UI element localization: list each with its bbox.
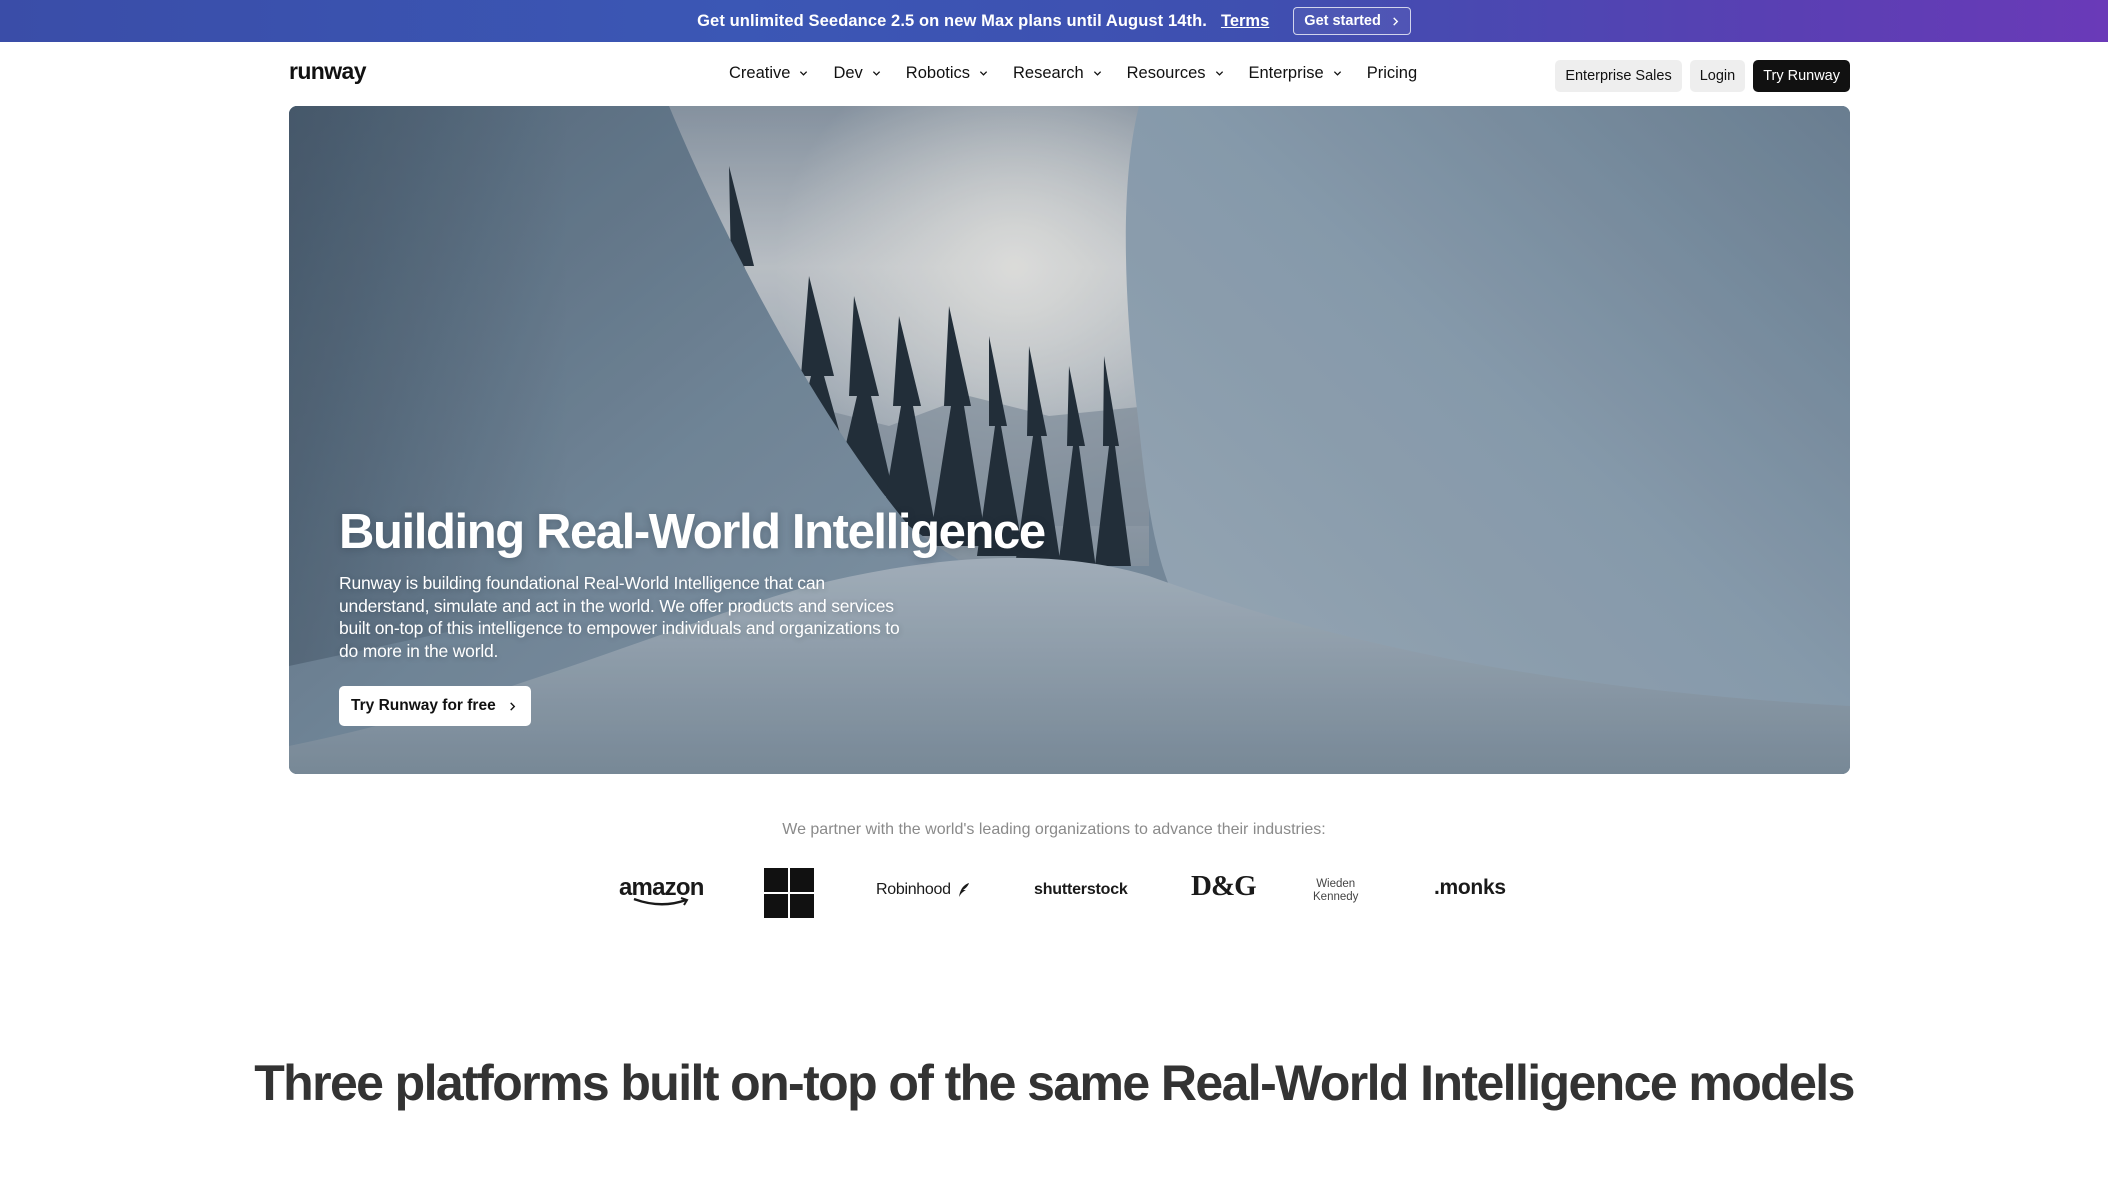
platforms-title: Three platforms built on-top of the same… xyxy=(254,1055,1855,1111)
chevron-down-icon xyxy=(1215,71,1223,76)
microsoft-icon xyxy=(764,868,814,918)
announcement-bar: Get unlimited Seedance 2.5 on new Max pl… xyxy=(0,0,2108,42)
hero-title: Building Real-World Intelligence xyxy=(339,505,1046,559)
nav-item-enterprise[interactable]: Enterprise xyxy=(1249,64,1342,83)
wieden-kennedy-logo: Wieden Kennedy xyxy=(1313,878,1358,904)
login-button[interactable]: Login xyxy=(1689,60,1746,92)
page: Get unlimited Seedance 2.5 on new Max pl… xyxy=(0,0,2108,1178)
nav-menu: Creative Dev Robotics Research Resources… xyxy=(729,64,1417,83)
terms-link[interactable]: Terms xyxy=(1221,12,1269,31)
robinhood-logo: Robinhood xyxy=(876,881,971,899)
shutterstock-logo: shutterstock xyxy=(1034,881,1128,898)
hero-description: Runway is building foundational Real-Wor… xyxy=(339,573,900,661)
try-runway-free-button[interactable]: Try Runway for free xyxy=(339,686,531,726)
enterprise-sales-button[interactable]: Enterprise Sales xyxy=(1555,60,1682,92)
try-runway-button[interactable]: Try Runway xyxy=(1753,60,1850,92)
partner-logos: amazon Robinhood shutterstock D&G Wieden… xyxy=(0,862,2108,922)
kennedy-line: Kennedy xyxy=(1313,891,1359,903)
get-started-label: Get started xyxy=(1304,13,1381,29)
chevron-down-icon xyxy=(979,71,988,76)
runway-logo[interactable]: runway xyxy=(289,58,367,85)
nav-item-label: Creative xyxy=(729,64,791,82)
microsoft-logo xyxy=(764,868,814,918)
amazon-logo: amazon xyxy=(619,874,704,908)
chevron-down-icon xyxy=(1093,71,1101,76)
chevron-down-icon xyxy=(800,71,808,76)
chevron-right-icon xyxy=(509,701,515,711)
nav-item-label: Pricing xyxy=(1366,64,1418,82)
monks-logo: .monks xyxy=(1434,876,1506,899)
feather-icon xyxy=(958,883,969,897)
nav-item-research[interactable]: Research xyxy=(1013,64,1102,83)
chevron-down-icon xyxy=(1333,71,1341,76)
amazon-smile-icon xyxy=(633,897,689,906)
hero: Building Real-World Intelligence Runway … xyxy=(289,106,1850,774)
nav-item-pricing[interactable]: Pricing xyxy=(1367,64,1417,83)
nav-item-creative[interactable]: Creative xyxy=(729,64,808,83)
chevron-down-icon xyxy=(872,71,880,76)
nav-item-dev[interactable]: Dev xyxy=(833,64,880,83)
partners-text: We partner with the world's leading orga… xyxy=(782,821,1326,838)
nav-item-label: Research xyxy=(1013,64,1084,82)
nav-item-robotics[interactable]: Robotics xyxy=(906,64,988,83)
robinhood-wordmark: Robinhood xyxy=(876,881,951,898)
nav-item-label: Enterprise xyxy=(1248,64,1324,82)
nav-item-label: Dev xyxy=(833,64,863,82)
hero-background-image xyxy=(289,106,1850,774)
nav-item-resources[interactable]: Resources xyxy=(1127,64,1224,83)
main-nav: runway Creative Dev Robotics Research Re… xyxy=(0,42,2108,106)
dolce-gabbana-logo: D&G xyxy=(1191,870,1257,902)
nav-item-label: Robotics xyxy=(905,64,970,82)
nav-actions: Enterprise Sales Login Try Runway xyxy=(1555,60,1850,92)
get-started-button[interactable]: Get started xyxy=(1293,7,1411,35)
announcement-text: Get unlimited Seedance 2.5 on new Max pl… xyxy=(697,11,1207,30)
try-runway-free-label: Try Runway for free xyxy=(351,697,496,714)
wieden-line: Wieden xyxy=(1316,878,1356,890)
nav-item-label: Resources xyxy=(1126,64,1206,82)
chevron-right-icon xyxy=(1393,16,1399,26)
